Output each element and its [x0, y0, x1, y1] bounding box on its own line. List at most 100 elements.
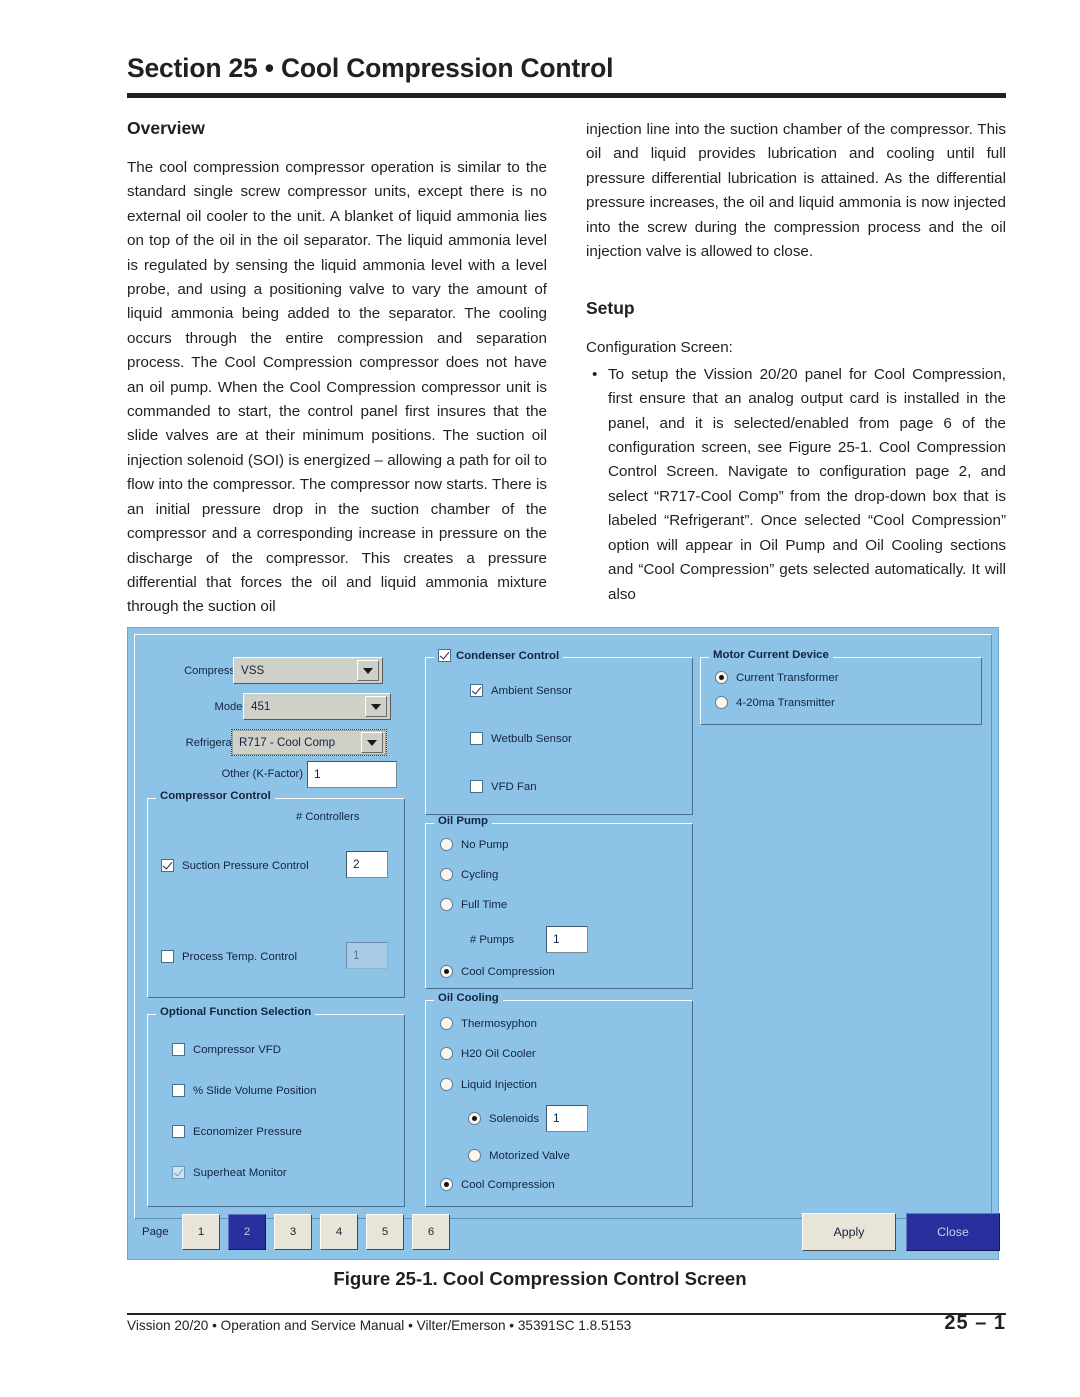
model-value: 451	[251, 700, 271, 713]
refrigerant-select[interactable]: R717 - Cool Comp	[231, 729, 387, 756]
motor-current-device-legend: Motor Current Device	[709, 649, 833, 661]
motor-current-device-group: Motor Current Device Current Transformer…	[700, 649, 982, 725]
process-temp-controllers-input[interactable]: 1	[346, 942, 388, 969]
oil-pump-group: Oil Pump No Pump Cycling Full Time # Pum…	[425, 815, 693, 989]
compressor-control-group: Compressor Control # Controllers Suction…	[147, 790, 405, 998]
radio-icon[interactable]	[440, 1017, 453, 1030]
pumps-input[interactable]: 1	[546, 926, 588, 953]
close-button[interactable]: Close	[906, 1213, 1000, 1251]
checkbox-icon[interactable]	[172, 1043, 185, 1056]
process-temp-control-label: Process Temp. Control	[182, 950, 298, 963]
wetbulb-sensor-checkbox[interactable]: Wetbulb Sensor	[470, 732, 572, 745]
superheat-monitor-checkbox[interactable]: Superheat Monitor	[172, 1166, 287, 1179]
page-button-1[interactable]: 1	[182, 1214, 220, 1250]
oil-cooling-solenoids-radio[interactable]: Solenoids	[468, 1112, 539, 1125]
overview-heading: Overview	[127, 118, 205, 138]
checkbox-icon[interactable]	[172, 1166, 185, 1179]
oil-pump-no-pump-radio[interactable]: No Pump	[440, 838, 508, 851]
suction-pressure-controllers-input[interactable]: 2	[346, 851, 388, 878]
ambient-sensor-label: Ambient Sensor	[491, 684, 573, 697]
radio-icon[interactable]	[440, 1078, 453, 1091]
k-factor-input[interactable]: 1	[307, 761, 397, 788]
chevron-down-icon[interactable]	[357, 660, 379, 681]
setup-bullet-list: To setup the Vission 20/20 panel for Coo…	[586, 363, 1006, 607]
oil-cooling-thermosyphon-label: Thermosyphon	[461, 1017, 537, 1030]
slide-volume-position-checkbox[interactable]: % Slide Volume Position	[172, 1084, 316, 1097]
checkbox-icon[interactable]	[438, 649, 451, 662]
apply-button[interactable]: Apply	[802, 1213, 896, 1251]
compressor-vfd-label: Compressor VFD	[193, 1043, 281, 1056]
checkbox-icon[interactable]	[161, 950, 174, 963]
oil-cooling-group: Oil Cooling Thermosyphon H20 Oil Cooler …	[425, 992, 693, 1207]
refrigerant-label: Refrigerant	[185, 737, 241, 749]
current-transformer-radio[interactable]: Current Transformer	[715, 671, 839, 684]
condenser-control-group: Condenser Control Ambient Sensor Wetbulb…	[425, 649, 693, 815]
configuration-screen-subhead: Configuration Screen:	[586, 339, 733, 357]
checkbox-icon[interactable]	[470, 732, 483, 745]
right-column: injection line into the suction chamber …	[586, 118, 1006, 615]
k-factor-label: Other (K-Factor)	[221, 768, 303, 780]
radio-icon[interactable]	[440, 965, 453, 978]
header-divider	[127, 93, 1006, 98]
process-temp-control-checkbox[interactable]: Process Temp. Control	[161, 950, 297, 963]
chevron-down-icon[interactable]	[361, 732, 383, 753]
model-select[interactable]: 451	[243, 693, 391, 720]
checkbox-icon[interactable]	[172, 1084, 185, 1097]
page-number: 25 – 1	[944, 1312, 1006, 1334]
suction-pressure-control-checkbox[interactable]: Suction Pressure Control	[161, 859, 309, 872]
radio-icon[interactable]	[440, 1178, 453, 1191]
page-button-5[interactable]: 5	[366, 1214, 404, 1250]
radio-icon[interactable]	[440, 1047, 453, 1060]
page-title: Section 25 • Cool Compression Control	[127, 53, 614, 83]
transmitter-4-20ma-label: 4-20ma Transmitter	[736, 696, 835, 709]
radio-icon[interactable]	[440, 898, 453, 911]
oil-cooling-liquid-injection-radio[interactable]: Liquid Injection	[440, 1078, 537, 1091]
compressor-vfd-checkbox[interactable]: Compressor VFD	[172, 1043, 281, 1056]
oil-cooling-cool-compression-label: Cool Compression	[461, 1178, 555, 1191]
oil-cooling-liquid-injection-label: Liquid Injection	[461, 1078, 537, 1091]
list-item: To setup the Vission 20/20 panel for Coo…	[592, 363, 1006, 607]
compressor-label: Compressor	[184, 665, 245, 677]
checkbox-icon[interactable]	[470, 684, 483, 697]
oil-cooling-h20-oil-cooler-radio[interactable]: H20 Oil Cooler	[440, 1047, 536, 1060]
ambient-sensor-checkbox[interactable]: Ambient Sensor	[470, 684, 572, 697]
checkbox-icon[interactable]	[172, 1125, 185, 1138]
optional-function-legend: Optional Function Selection	[156, 1006, 316, 1018]
document-page: Section 25 • Cool Compression Control Ov…	[0, 0, 1080, 1397]
setup-heading: Setup	[586, 298, 635, 319]
oil-pump-cool-compression-radio[interactable]: Cool Compression	[440, 965, 555, 978]
vfd-fan-checkbox[interactable]: VFD Fan	[470, 780, 537, 793]
radio-icon[interactable]	[440, 868, 453, 881]
economizer-pressure-checkbox[interactable]: Economizer Pressure	[172, 1125, 302, 1138]
radio-icon[interactable]	[440, 838, 453, 851]
condenser-control-legend-label: Condenser Control	[456, 649, 560, 662]
chevron-down-icon[interactable]	[365, 696, 387, 717]
page-button-4[interactable]: 4	[320, 1214, 358, 1250]
pumps-label: # Pumps	[470, 934, 515, 946]
radio-icon[interactable]	[715, 696, 728, 709]
transmitter-4-20ma-radio[interactable]: 4-20ma Transmitter	[715, 696, 835, 709]
checkbox-icon[interactable]	[470, 780, 483, 793]
solenoids-input[interactable]: 1	[546, 1105, 588, 1132]
left-column: Overview The cool compression compressor…	[127, 118, 547, 620]
compressor-select[interactable]: VSS	[233, 657, 383, 684]
page-button-3[interactable]: 3	[274, 1214, 312, 1250]
radio-icon[interactable]	[715, 671, 728, 684]
oil-cooling-solenoids-label: Solenoids	[489, 1112, 540, 1125]
screen-bottom-toolbar: Page 1 2 3 4 5 6 Apply Close	[134, 1210, 1000, 1254]
page-button-2[interactable]: 2	[228, 1214, 266, 1250]
oil-pump-cool-compression-label: Cool Compression	[461, 965, 555, 978]
oil-pump-cycling-radio[interactable]: Cycling	[440, 868, 498, 881]
radio-icon[interactable]	[468, 1112, 481, 1125]
oil-pump-full-time-radio[interactable]: Full Time	[440, 898, 507, 911]
overview-paragraph: The cool compression compressor operatio…	[127, 159, 547, 616]
oil-pump-no-pump-label: No Pump	[461, 838, 509, 851]
page-button-6[interactable]: 6	[412, 1214, 450, 1250]
checkbox-icon[interactable]	[161, 859, 174, 872]
condenser-control-legend[interactable]: Condenser Control	[434, 649, 564, 662]
footer-text: Vission 20/20 • Operation and Service Ma…	[127, 1318, 632, 1333]
oil-cooling-thermosyphon-radio[interactable]: Thermosyphon	[440, 1017, 537, 1030]
oil-cooling-cool-compression-radio[interactable]: Cool Compression	[440, 1178, 555, 1191]
radio-icon[interactable]	[468, 1149, 481, 1162]
oil-cooling-motorized-valve-radio[interactable]: Motorized Valve	[468, 1149, 570, 1162]
